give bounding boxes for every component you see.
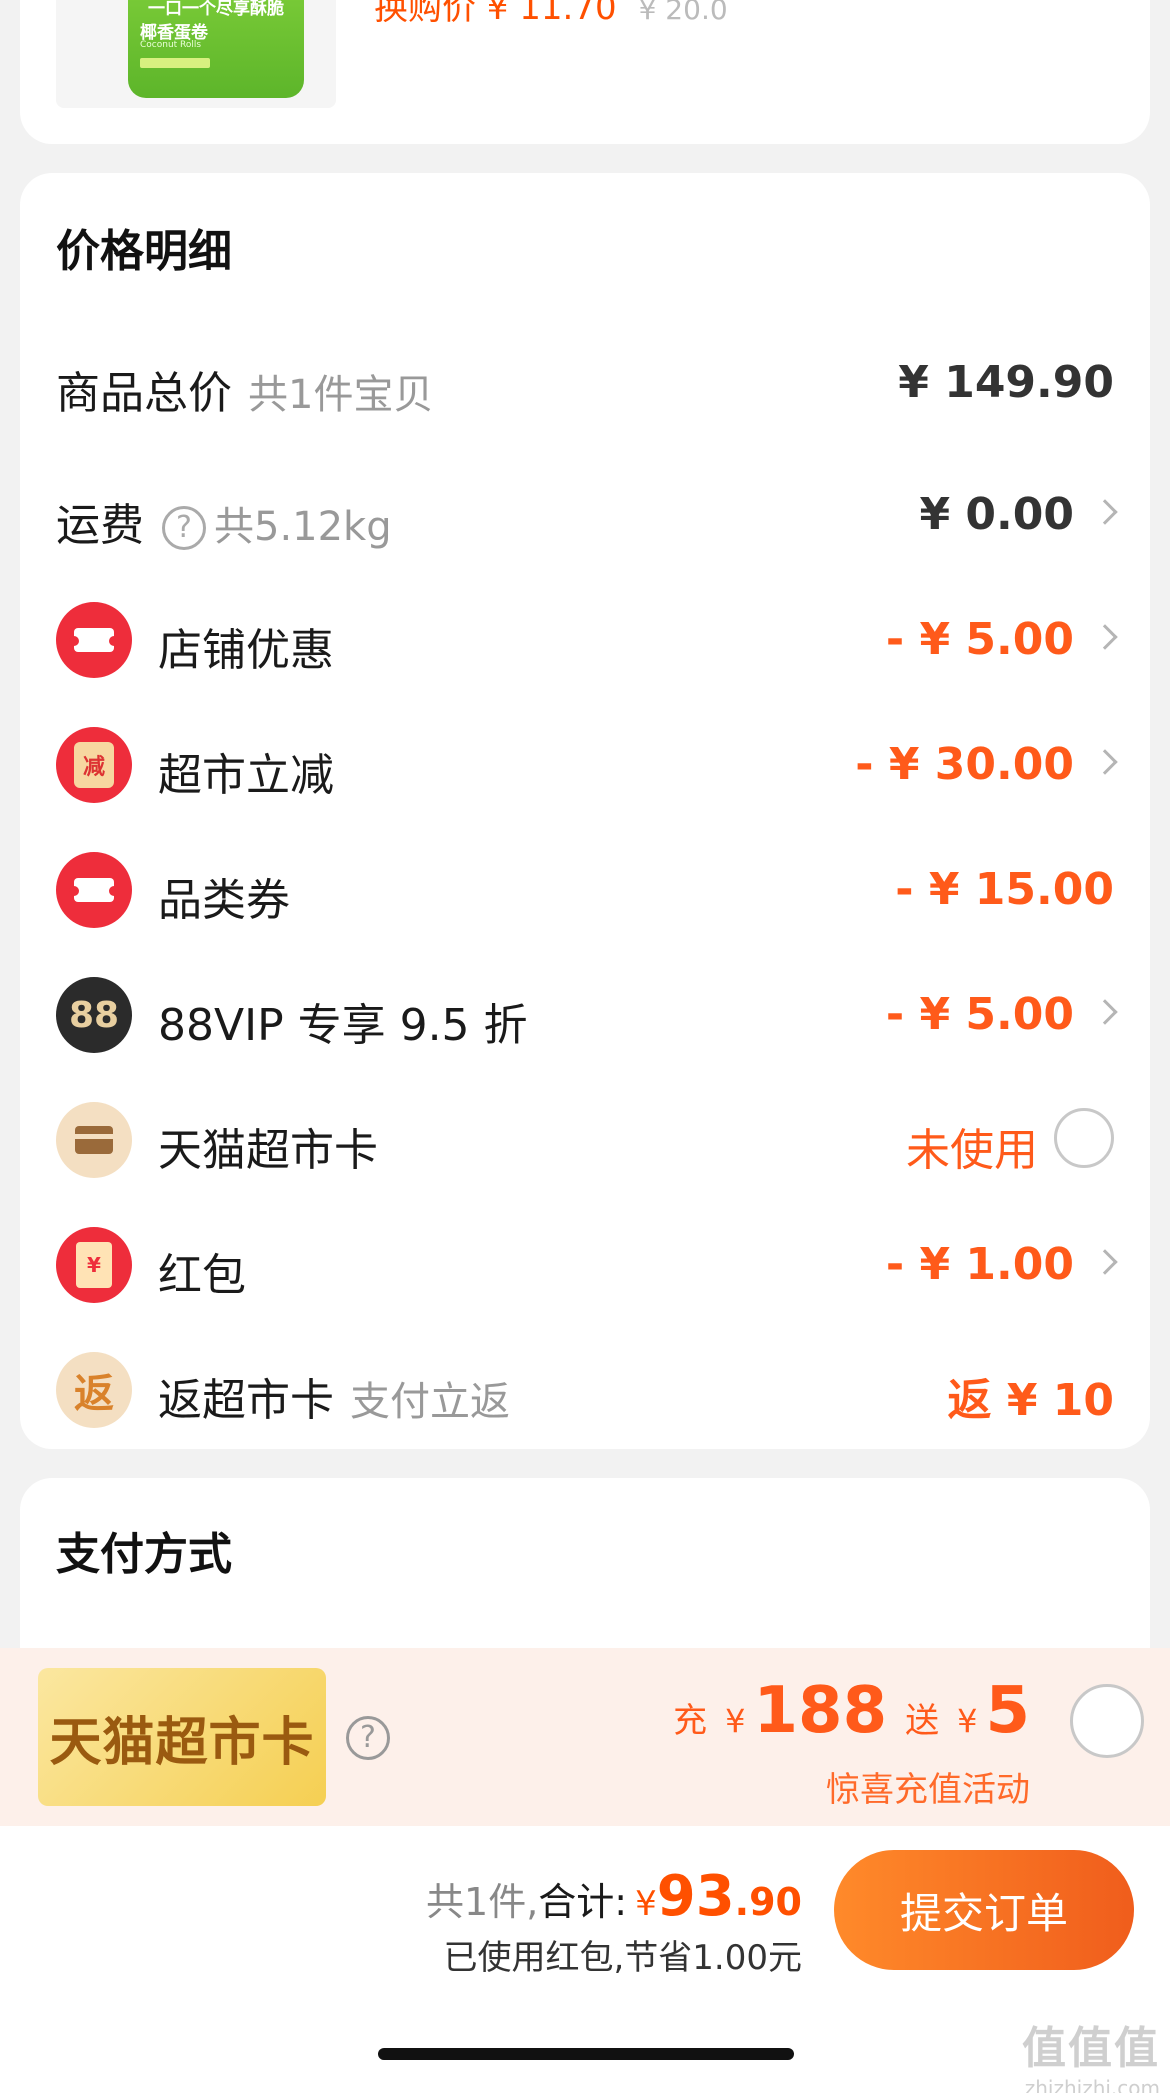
question-circle-icon[interactable]: ? xyxy=(162,506,206,550)
payment-method-title: 支付方式 xyxy=(56,1529,232,1580)
question-circle-icon[interactable]: ? xyxy=(346,1716,390,1760)
row-store-discount[interactable]: 店铺优惠 - ¥ 5.00 xyxy=(20,600,1150,680)
tmall-card-label: 天猫超市卡 xyxy=(158,1125,378,1176)
card-icon xyxy=(56,1102,132,1178)
store-discount-value: - ¥ 5.00 xyxy=(885,614,1074,665)
vip-88-icon: 88 xyxy=(56,977,132,1053)
row-88vip[interactable]: 88 88VIP 专享 9.5 折 - ¥ 5.00 xyxy=(20,975,1150,1055)
price-detail-card: 价格明细 商品总价 共1件宝贝 ¥ 149.90 运费? 共5.12kg ¥ 0.0… xyxy=(20,173,1150,1449)
shipping-label: 运费 xyxy=(56,500,144,551)
bottom-submit-bar: 共1件,合计: ¥93.90 已使用红包,节省1.00元 提交订单 值值值 zhi… xyxy=(0,1826,1170,2093)
savings-note: 已使用红包,节省1.00元 xyxy=(443,1938,802,1978)
rebate-icon: 返 xyxy=(56,1352,132,1428)
chevron-right-icon[interactable] xyxy=(1092,749,1118,775)
recharge-activity-label: 惊喜充值活动 xyxy=(826,1770,1030,1810)
supermarket-reduction-value: - ¥ 30.00 xyxy=(855,739,1074,790)
red-envelope-icon: ¥ xyxy=(56,1227,132,1303)
coupon-icon xyxy=(56,852,132,928)
tmall-card-promo[interactable]: 天猫超市卡 ? 充 ¥188 送 ¥5 惊喜充值活动 xyxy=(0,1648,1170,1826)
product-package-image: 一口一个尽享酥脆 椰香蛋卷 Coconut Rolls xyxy=(128,0,304,98)
submit-order-button[interactable]: 提交订单 xyxy=(834,1850,1134,1970)
goods-total-label: 商品总价 xyxy=(56,368,232,419)
home-indicator[interactable] xyxy=(378,2048,794,2060)
coupon-icon xyxy=(56,602,132,678)
goods-total-value: ¥ 149.90 xyxy=(898,357,1114,408)
total-integer: 93 xyxy=(656,1864,735,1929)
goods-count: 共1件宝贝 xyxy=(248,372,434,418)
gift-amount: 5 xyxy=(985,1674,1030,1748)
store-discount-label: 店铺优惠 xyxy=(158,625,334,676)
red-envelope-label: 红包 xyxy=(158,1250,246,1301)
order-summary: 共1件,合计: ¥93.90 xyxy=(426,1864,802,1929)
row-supermarket-reduction[interactable]: 减 超市立减 - ¥ 30.00 xyxy=(20,725,1150,805)
tmall-card-radio[interactable] xyxy=(1054,1108,1114,1168)
product-card[interactable]: 一口一个尽享酥脆 椰香蛋卷 Coconut Rolls 换购价 ¥ 11.70 ¥… xyxy=(20,0,1150,144)
row-shipping[interactable]: 运费? 共5.12kg ¥ 0.00 xyxy=(20,475,1150,555)
chevron-right-icon[interactable] xyxy=(1092,999,1118,1025)
rebate-value: 返 ¥ 10 xyxy=(947,1375,1114,1426)
row-rebate-card: 返 返超市卡 支付立返 返 ¥ 10 xyxy=(20,1350,1150,1430)
total-label: 合计: xyxy=(538,1880,628,1924)
item-count: 共1件, xyxy=(426,1880,539,1924)
exchange-price: 换购价 ¥ 11.70 xyxy=(374,0,617,28)
tmall-card-badge: 天猫超市卡 xyxy=(38,1668,326,1806)
product-thumbnail[interactable]: 一口一个尽享酥脆 椰香蛋卷 Coconut Rolls xyxy=(56,0,336,108)
rebate-note: 支付立返 xyxy=(350,1379,510,1425)
recharge-offer: 充 ¥188 送 ¥5 xyxy=(673,1674,1030,1748)
chevron-right-icon[interactable] xyxy=(1092,624,1118,650)
watermark: 值值值 zhizhizhi.com xyxy=(1022,2023,1160,2093)
category-coupon-label: 品类券 xyxy=(158,875,290,926)
shipping-weight: 共5.12kg xyxy=(214,504,392,550)
product-price-row: 换购价 ¥ 11.70 ¥ 20.0 xyxy=(374,0,728,29)
recharge-radio[interactable] xyxy=(1070,1684,1144,1758)
red-envelope-value: - ¥ 1.00 xyxy=(885,1239,1074,1290)
vip-discount-label: 88VIP 专享 9.5 折 xyxy=(158,1000,528,1051)
total-decimal: .90 xyxy=(734,1880,802,1924)
row-red-envelope[interactable]: ¥ 红包 - ¥ 1.00 xyxy=(20,1225,1150,1305)
category-coupon-value: - ¥ 15.00 xyxy=(895,864,1114,915)
tmall-card-status: 未使用 xyxy=(906,1125,1038,1176)
supermarket-reduction-label: 超市立减 xyxy=(158,750,334,801)
row-goods-total: 商品总价 共1件宝贝 ¥ 149.90 xyxy=(20,343,1150,423)
chevron-right-icon[interactable] xyxy=(1092,499,1118,525)
recharge-amount: 188 xyxy=(753,1674,888,1748)
rebate-card-label: 返超市卡 xyxy=(158,1375,334,1426)
row-category-coupon[interactable]: 品类券 - ¥ 15.00 xyxy=(20,850,1150,930)
original-price: ¥ 20.0 xyxy=(638,0,728,26)
vip-discount-value: - ¥ 5.00 xyxy=(885,989,1074,1040)
chevron-right-icon[interactable] xyxy=(1092,1249,1118,1275)
shipping-value: ¥ 0.00 xyxy=(919,489,1075,540)
jar-icon: 减 xyxy=(56,727,132,803)
row-tmall-card[interactable]: 天猫超市卡 未使用 xyxy=(20,1100,1150,1180)
price-detail-title: 价格明细 xyxy=(56,226,232,277)
